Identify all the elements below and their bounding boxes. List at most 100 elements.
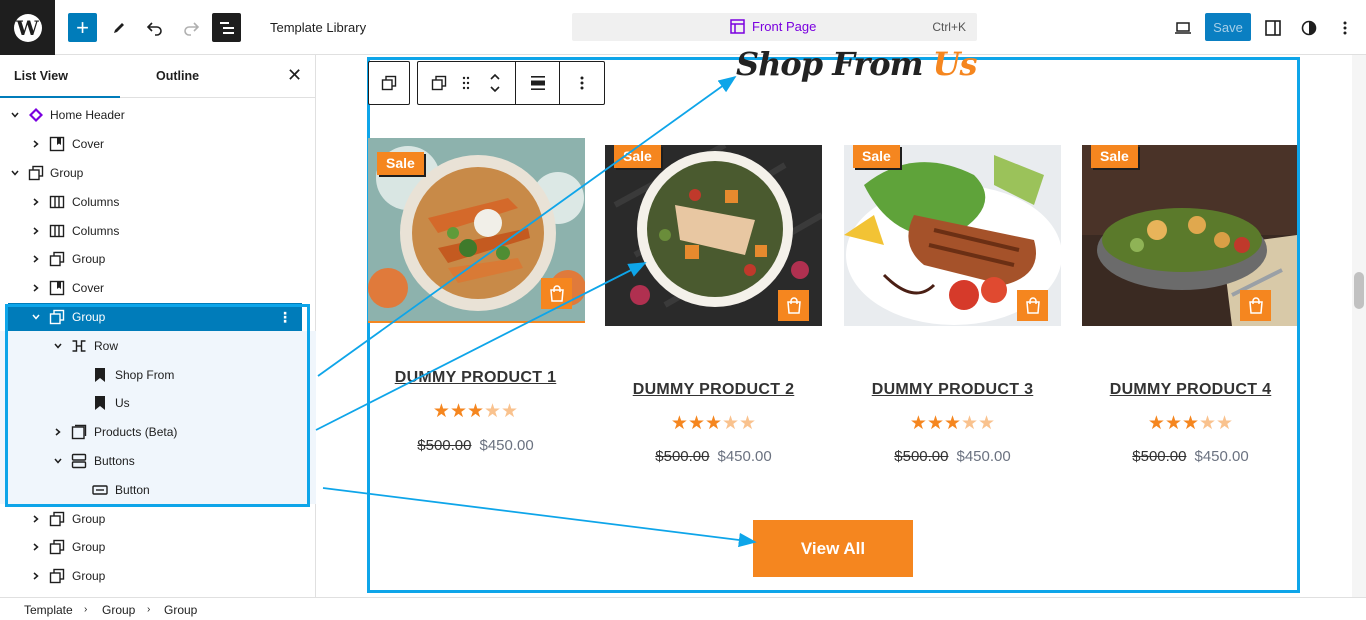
- list-item[interactable]: Columns: [0, 216, 316, 245]
- list-item-label: Group: [72, 540, 106, 555]
- list-item[interactable]: Cover: [0, 274, 316, 303]
- list-item-label: Home Header: [50, 108, 125, 123]
- document-overview-icon[interactable]: [212, 13, 241, 42]
- list-item-label: Cover: [72, 137, 105, 152]
- regular-price: $500.00: [655, 448, 710, 465]
- chevron-right-icon[interactable]: [31, 226, 41, 236]
- product-name[interactable]: DUMMY PRODUCT 1: [367, 369, 584, 387]
- block-toolbar: [417, 61, 605, 105]
- options-kebab-icon[interactable]: [1330, 13, 1359, 42]
- breadcrumb-item[interactable]: Group: [102, 603, 135, 617]
- group-icon: [49, 568, 65, 584]
- list-item-label: Group: [72, 569, 106, 584]
- canvas-scrollbar-thumb[interactable]: [1354, 272, 1364, 309]
- command-palette-bar[interactable]: Front Page Ctrl+K: [572, 13, 977, 41]
- chevron-right-icon: ›: [84, 604, 88, 615]
- align-full-icon[interactable]: [516, 62, 559, 104]
- group-icon: [381, 75, 397, 91]
- layout-icon: [730, 19, 745, 34]
- wordpress-logo-icon[interactable]: W: [0, 0, 55, 55]
- add-to-cart-icon[interactable]: [1240, 290, 1271, 321]
- list-item-label: Group: [72, 252, 106, 267]
- list-item-label: Group: [72, 511, 106, 526]
- settings-sidebar-icon[interactable]: [1258, 13, 1287, 42]
- sale-price: $450.00: [717, 448, 772, 465]
- chevron-right-icon[interactable]: [31, 571, 41, 581]
- chevron-down-icon[interactable]: [10, 168, 20, 178]
- add-to-cart-icon[interactable]: [541, 278, 572, 309]
- template-library-title[interactable]: Template Library: [270, 20, 366, 35]
- columns-icon: [49, 194, 65, 210]
- list-item[interactable]: Columns: [0, 187, 316, 216]
- command-shortcut: Ctrl+K: [932, 20, 966, 34]
- product-price: $500.00 $450.00: [605, 448, 822, 465]
- drag-handle-icon[interactable]: [456, 62, 476, 104]
- tab-list-view[interactable]: List View: [0, 69, 120, 98]
- list-item-label: Cover: [72, 281, 105, 296]
- regular-price: $500.00: [894, 448, 949, 465]
- product-name[interactable]: DUMMY PRODUCT 4: [1082, 381, 1299, 399]
- redo-icon[interactable]: [176, 13, 205, 42]
- group-icon: [49, 539, 65, 555]
- list-item[interactable]: Group: [0, 562, 316, 591]
- columns-icon: [49, 223, 65, 239]
- chevron-right-icon[interactable]: [31, 514, 41, 524]
- list-item-label: Columns: [72, 223, 120, 238]
- desktop-preview-icon[interactable]: [1168, 13, 1197, 42]
- pencil-tools-icon[interactable]: [104, 13, 133, 42]
- rating-stars: ★★★★★: [670, 413, 757, 434]
- rating-stars: ★★★★★: [432, 401, 519, 422]
- sale-price: $450.00: [956, 448, 1011, 465]
- close-icon[interactable]: ✕: [287, 65, 302, 86]
- chevron-right-icon[interactable]: [31, 542, 41, 552]
- chevron-down-icon[interactable]: [10, 110, 20, 120]
- tab-outline[interactable]: Outline: [156, 69, 199, 83]
- group-icon[interactable]: [428, 62, 450, 104]
- rating-stars: ★★★★★: [1147, 413, 1234, 434]
- sale-badge: Sale: [377, 152, 424, 175]
- cover-icon: [49, 136, 65, 152]
- canvas-scrollbar[interactable]: [1352, 55, 1366, 597]
- move-up-down-icon[interactable]: [482, 62, 508, 104]
- pattern-icon: [28, 107, 44, 123]
- product-name[interactable]: DUMMY PRODUCT 2: [605, 381, 822, 399]
- list-item[interactable]: Home Header: [0, 101, 316, 130]
- more-options-kebab-icon[interactable]: [560, 62, 604, 104]
- product-price: $500.00 $450.00: [367, 437, 584, 454]
- rating-stars: ★★★★★: [909, 413, 996, 434]
- list-item[interactable]: Group: [0, 504, 316, 533]
- chevron-right-icon[interactable]: [31, 254, 41, 264]
- add-block-button[interactable]: +: [68, 13, 97, 42]
- shop-from-us-heading[interactable]: Shop From Us: [736, 45, 978, 83]
- add-to-cart-icon[interactable]: [1017, 290, 1048, 321]
- product-price: $500.00 $450.00: [1082, 448, 1299, 465]
- add-to-cart-icon[interactable]: [778, 290, 809, 321]
- editor-top-bar: W + Template Library Front Page Ctrl+K S…: [0, 0, 1366, 55]
- sale-badge: Sale: [614, 145, 661, 168]
- sale-badge: Sale: [853, 145, 900, 168]
- breadcrumb-item[interactable]: Group: [164, 603, 197, 617]
- heading-part-shop-from[interactable]: Shop From: [736, 45, 923, 83]
- list-item[interactable]: Group: [0, 245, 316, 274]
- list-item[interactable]: Group: [0, 533, 316, 562]
- view-all-button[interactable]: View All: [753, 520, 913, 577]
- breadcrumb-item[interactable]: Template: [24, 603, 73, 617]
- group-icon: [49, 511, 65, 527]
- heading-part-us[interactable]: Us: [933, 45, 978, 83]
- product-price: $500.00 $450.00: [844, 448, 1061, 465]
- product-name[interactable]: DUMMY PRODUCT 3: [844, 381, 1061, 399]
- group-icon: [28, 165, 44, 181]
- annotation-highlight-frame: [5, 304, 310, 507]
- panel-tabs: List View Outline ✕: [0, 55, 316, 98]
- parent-block-select-button[interactable]: [368, 61, 410, 105]
- list-item[interactable]: Group: [0, 159, 316, 188]
- chevron-right-icon[interactable]: [31, 139, 41, 149]
- undo-icon[interactable]: [140, 13, 169, 42]
- chevron-right-icon[interactable]: [31, 197, 41, 207]
- styles-icon[interactable]: [1294, 13, 1323, 42]
- list-item[interactable]: Cover: [0, 130, 316, 159]
- sale-badge: Sale: [1091, 145, 1138, 168]
- chevron-right-icon[interactable]: [31, 283, 41, 293]
- save-button[interactable]: Save: [1205, 13, 1251, 41]
- regular-price: $500.00: [417, 437, 472, 454]
